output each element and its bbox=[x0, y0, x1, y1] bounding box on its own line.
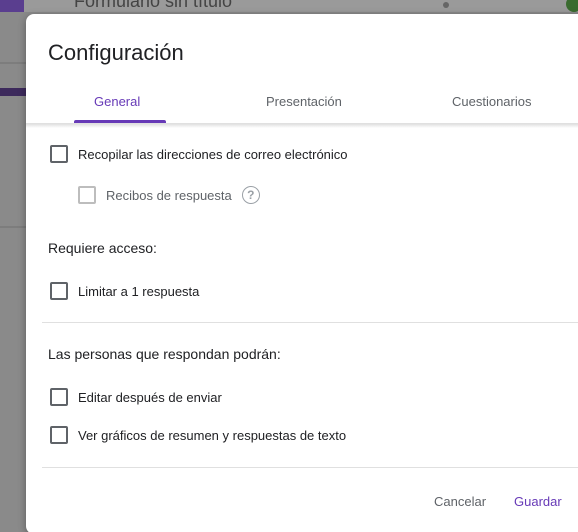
limit-one-response-label: Limitar a 1 respuesta bbox=[78, 283, 200, 299]
tab-quizzes[interactable]: Cuestionarios bbox=[452, 94, 532, 109]
background-menu-icon bbox=[443, 2, 449, 8]
response-receipts-label: Recibos de respuesta bbox=[106, 187, 232, 203]
collect-emails-option: Recopilar las direcciones de correo elec… bbox=[50, 145, 348, 163]
requires-access-heading: Requiere acceso: bbox=[48, 240, 157, 256]
background-divider bbox=[0, 226, 28, 228]
tab-general[interactable]: General bbox=[94, 94, 140, 109]
see-summary-option: Ver gráficos de resumen y respuestas de … bbox=[50, 426, 346, 444]
see-summary-checkbox[interactable] bbox=[50, 426, 68, 444]
edit-after-submit-option: Editar después de enviar bbox=[50, 388, 222, 406]
help-circle-icon[interactable]: ? bbox=[241, 186, 260, 204]
see-summary-label: Ver gráficos de resumen y respuestas de … bbox=[78, 427, 347, 443]
background-accent-bar bbox=[0, 88, 28, 96]
background-divider bbox=[0, 62, 28, 64]
dialog-title: Configuración bbox=[48, 40, 184, 65]
respondents-heading: Las personas que respondan podrán: bbox=[48, 346, 281, 362]
limit-one-response-checkbox[interactable] bbox=[50, 282, 68, 300]
forms-app-icon bbox=[0, 0, 24, 12]
edit-after-submit-checkbox[interactable] bbox=[50, 388, 68, 406]
cancel-button[interactable]: Cancelar bbox=[434, 494, 486, 509]
edit-after-submit-label: Editar después de enviar bbox=[78, 389, 222, 405]
settings-dialog: Configuración General Presentación Cuest… bbox=[26, 14, 578, 532]
collect-emails-label: Recopilar las direcciones de correo elec… bbox=[78, 146, 348, 162]
response-receipts-checkbox[interactable] bbox=[78, 186, 96, 204]
settings-tabs: General Presentación Cuestionarios bbox=[26, 86, 578, 124]
tab-presentation[interactable]: Presentación bbox=[266, 94, 342, 109]
collect-emails-checkbox[interactable] bbox=[50, 145, 68, 163]
section-divider bbox=[42, 322, 578, 323]
response-receipts-option: Recibos de respuesta ? bbox=[78, 186, 260, 204]
save-button[interactable]: Guardar bbox=[514, 494, 562, 509]
footer-divider bbox=[42, 467, 578, 468]
tabs-shadow bbox=[26, 124, 578, 128]
limit-one-response-option: Limitar a 1 respuesta bbox=[50, 282, 199, 300]
background-form-title: Formulario sin título bbox=[74, 0, 233, 11]
